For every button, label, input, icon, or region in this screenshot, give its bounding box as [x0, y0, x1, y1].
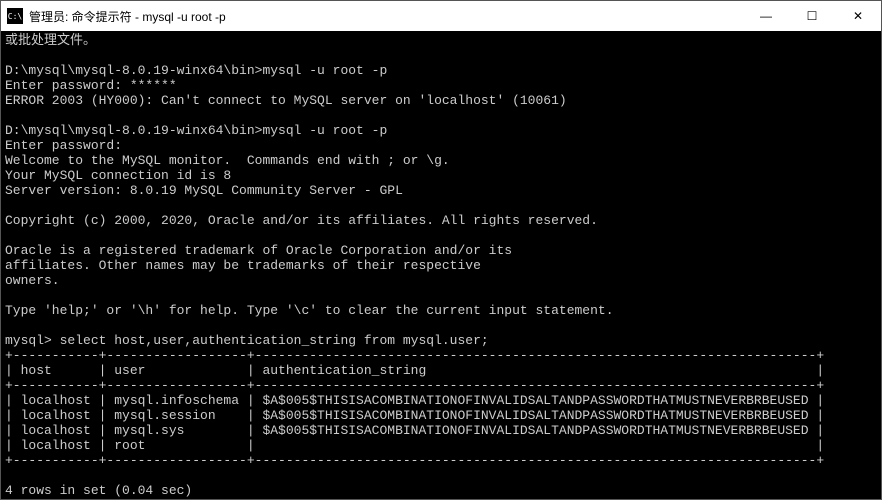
- window: C:\ 管理员: 命令提示符 - mysql -u root -p — ☐ ✕ …: [0, 0, 882, 500]
- table-row: | localhost | mysql.sys | $A$005$THISISA…: [5, 423, 824, 438]
- close-button[interactable]: ✕: [835, 1, 881, 31]
- terminal[interactable]: 或批处理文件。 D:\mysql\mysql-8.0.19-winx64\bin…: [1, 31, 881, 499]
- titlebar[interactable]: C:\ 管理员: 命令提示符 - mysql -u root -p — ☐ ✕: [1, 1, 881, 31]
- line-prior-output: 或批处理文件。: [5, 33, 96, 48]
- line-password-1: Enter password: ******: [5, 78, 177, 93]
- line-error: ERROR 2003 (HY000): Can't connect to MyS…: [5, 93, 567, 108]
- table-border-mid: +-----------+------------------+--------…: [5, 378, 824, 393]
- line-cmd-1: D:\mysql\mysql-8.0.19-winx64\bin>mysql -…: [5, 63, 387, 78]
- line-welcome-1: Welcome to the MySQL monitor. Commands e…: [5, 153, 450, 168]
- line-rowcount: 4 rows in set (0.04 sec): [5, 483, 192, 498]
- table-header: | host | user | authentication_string |: [5, 363, 824, 378]
- line-copyright: Copyright (c) 2000, 2020, Oracle and/or …: [5, 213, 598, 228]
- line-trademark-3: owners.: [5, 273, 60, 288]
- line-welcome-3: Server version: 8.0.19 MySQL Community S…: [5, 183, 403, 198]
- cmd-icon-label: C:\: [8, 12, 22, 21]
- window-buttons: — ☐ ✕: [743, 1, 881, 31]
- line-help: Type 'help;' or '\h' for help. Type '\c'…: [5, 303, 614, 318]
- line-cmd-2: D:\mysql\mysql-8.0.19-winx64\bin>mysql -…: [5, 123, 387, 138]
- line-query: mysql> select host,user,authentication_s…: [5, 333, 489, 348]
- table-row: | localhost | mysql.session | $A$005$THI…: [5, 408, 824, 423]
- line-trademark-2: affiliates. Other names may be trademark…: [5, 258, 481, 273]
- table-row: | localhost | root | |: [5, 438, 824, 453]
- line-welcome-2: Your MySQL connection id is 8: [5, 168, 231, 183]
- maximize-button[interactable]: ☐: [789, 1, 835, 31]
- table-row: | localhost | mysql.infoschema | $A$005$…: [5, 393, 824, 408]
- cmd-icon: C:\: [7, 8, 23, 24]
- minimize-button[interactable]: —: [743, 1, 789, 31]
- window-title: 管理员: 命令提示符 - mysql -u root -p: [29, 8, 743, 25]
- table-border-bottom: +-----------+------------------+--------…: [5, 453, 824, 468]
- table-border-top: +-----------+------------------+--------…: [5, 348, 824, 363]
- line-trademark-1: Oracle is a registered trademark of Orac…: [5, 243, 512, 258]
- line-password-2: Enter password:: [5, 138, 122, 153]
